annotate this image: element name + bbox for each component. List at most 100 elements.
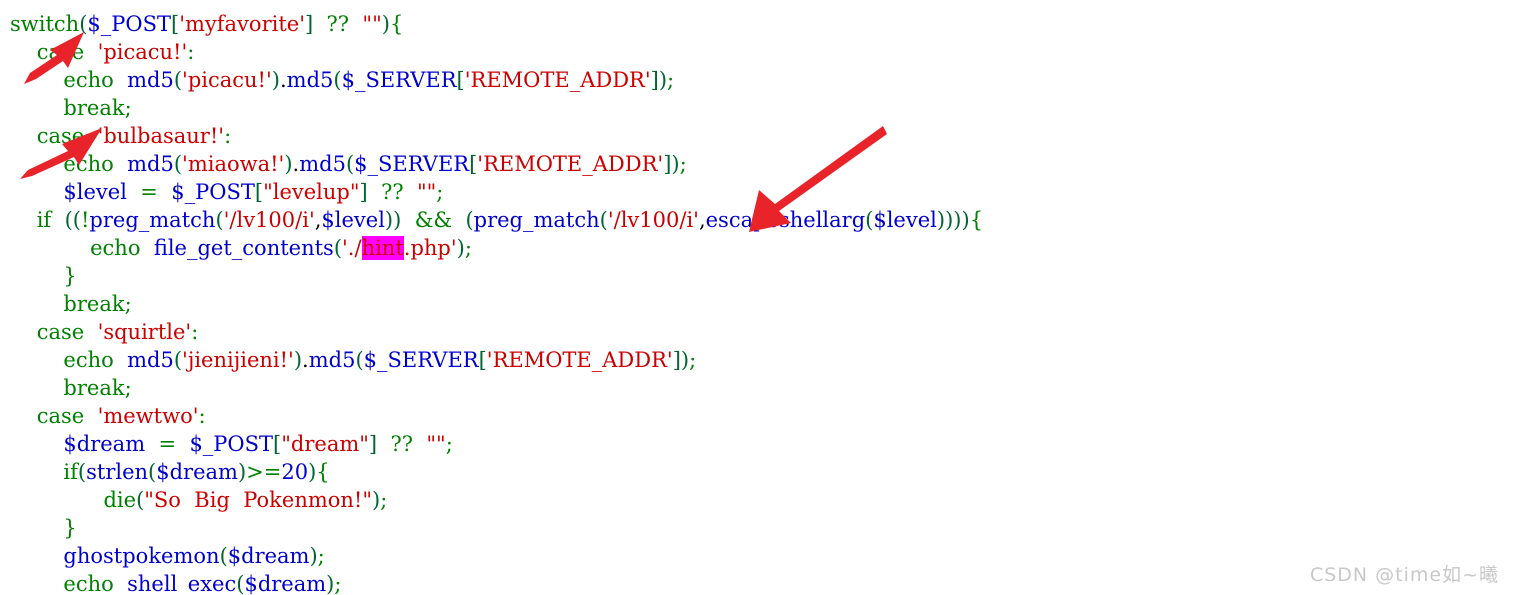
code-token: 'REMOTE_ADDR': [486, 348, 673, 372]
code-token: preg_match: [89, 208, 216, 232]
code-token: 'jienijieni!': [182, 348, 294, 372]
code-token: "": [416, 180, 437, 204]
code-token: ): [372, 488, 381, 512]
code-token: ): [293, 348, 303, 372]
code-token: ;: [436, 180, 444, 204]
code-token: echo: [63, 572, 114, 595]
code-token: (: [333, 236, 343, 260]
code-line: echo file_get_contents('./hint.php');: [0, 234, 1513, 262]
code-token: strlen: [86, 460, 149, 484]
code-token: ): [456, 236, 465, 260]
code-token: .: [302, 348, 309, 372]
code-token: 'myfavorite': [179, 12, 305, 36]
code-token: escapeshellarg: [705, 208, 866, 232]
code-token: ;: [334, 572, 342, 595]
code-token: (: [77, 460, 87, 484]
code-line: case 'bulbasaur!':: [0, 122, 1513, 150]
code-token: (: [173, 68, 183, 92]
code-token: md5: [286, 68, 334, 92]
code-token: 'miaowa!': [182, 152, 285, 176]
code-token: ): [680, 348, 690, 372]
code-token: ): [671, 152, 680, 176]
code-line: if ((!preg_match('/lv100/i',$level)) && …: [0, 206, 1513, 234]
code-token: "levelup": [263, 180, 360, 204]
code-token: ]: [650, 68, 659, 92]
code-token: break: [63, 96, 125, 120]
code-token: "dream": [281, 432, 369, 456]
code-token: ]: [368, 432, 378, 456]
code-token: md5: [308, 348, 356, 372]
code-token: break: [63, 292, 125, 316]
search-highlight: hint: [361, 236, 404, 260]
code-token: ;: [124, 376, 132, 400]
code-token: }: [63, 264, 77, 288]
code-token: $dream: [156, 460, 238, 484]
code-line: echo md5('miaowa!').md5($_SERVER['REMOTE…: [0, 150, 1513, 178]
code-token: ;: [464, 236, 472, 260]
code-token: ,: [698, 208, 706, 232]
code-token: die: [103, 488, 137, 512]
code-line: }: [0, 514, 1513, 542]
code-token: shell_exec: [127, 572, 237, 595]
code-token: ): [284, 152, 293, 176]
code-token: $dream: [244, 572, 327, 595]
code-token: (: [215, 208, 224, 232]
code-token: "": [362, 12, 382, 36]
code-token: ): [309, 544, 318, 568]
code-token: 20: [281, 460, 309, 484]
code-line: ghostpokemon($dream);: [0, 542, 1513, 570]
code-line: switch($_POST['myfavorite'] ?? ""){: [0, 10, 1513, 38]
code-token: ): [658, 68, 668, 92]
code-line: $level = $_POST["levelup"] ?? "";: [0, 178, 1513, 206]
code-listing: switch($_POST['myfavorite'] ?? ""){ case…: [0, 0, 1513, 595]
code-token: ;: [317, 544, 325, 568]
code-line: echo md5('picacu!').md5($_SERVER['REMOTE…: [0, 66, 1513, 94]
code-token: ): [936, 208, 946, 232]
code-token: file_get_contents: [153, 236, 334, 260]
code-token: ): [381, 12, 390, 36]
code-token: 'squirtle': [97, 320, 192, 344]
code-token: (: [333, 68, 342, 92]
code-token: case: [36, 40, 85, 64]
code-token: 'REMOTE_ADDR': [464, 68, 651, 92]
code-token: ??: [390, 432, 414, 456]
code-token: ;: [445, 432, 453, 456]
code-token: =: [140, 180, 158, 204]
code-token: >=: [246, 460, 282, 484]
code-token: $dream: [63, 432, 146, 456]
code-token: (: [345, 152, 355, 176]
code-line: echo md5('jienijieni!').md5($_SERVER['RE…: [0, 346, 1513, 374]
code-token: (: [173, 152, 183, 176]
csdn-watermark: CSDN @time如~曦: [1309, 564, 1499, 586]
code-token: 'bulbasaur!': [97, 124, 225, 148]
code-token: }: [63, 516, 77, 540]
code-token: ]: [304, 12, 314, 36]
code-token: .: [279, 68, 287, 92]
code-token: echo: [63, 348, 114, 372]
code-token: switch: [10, 12, 80, 36]
